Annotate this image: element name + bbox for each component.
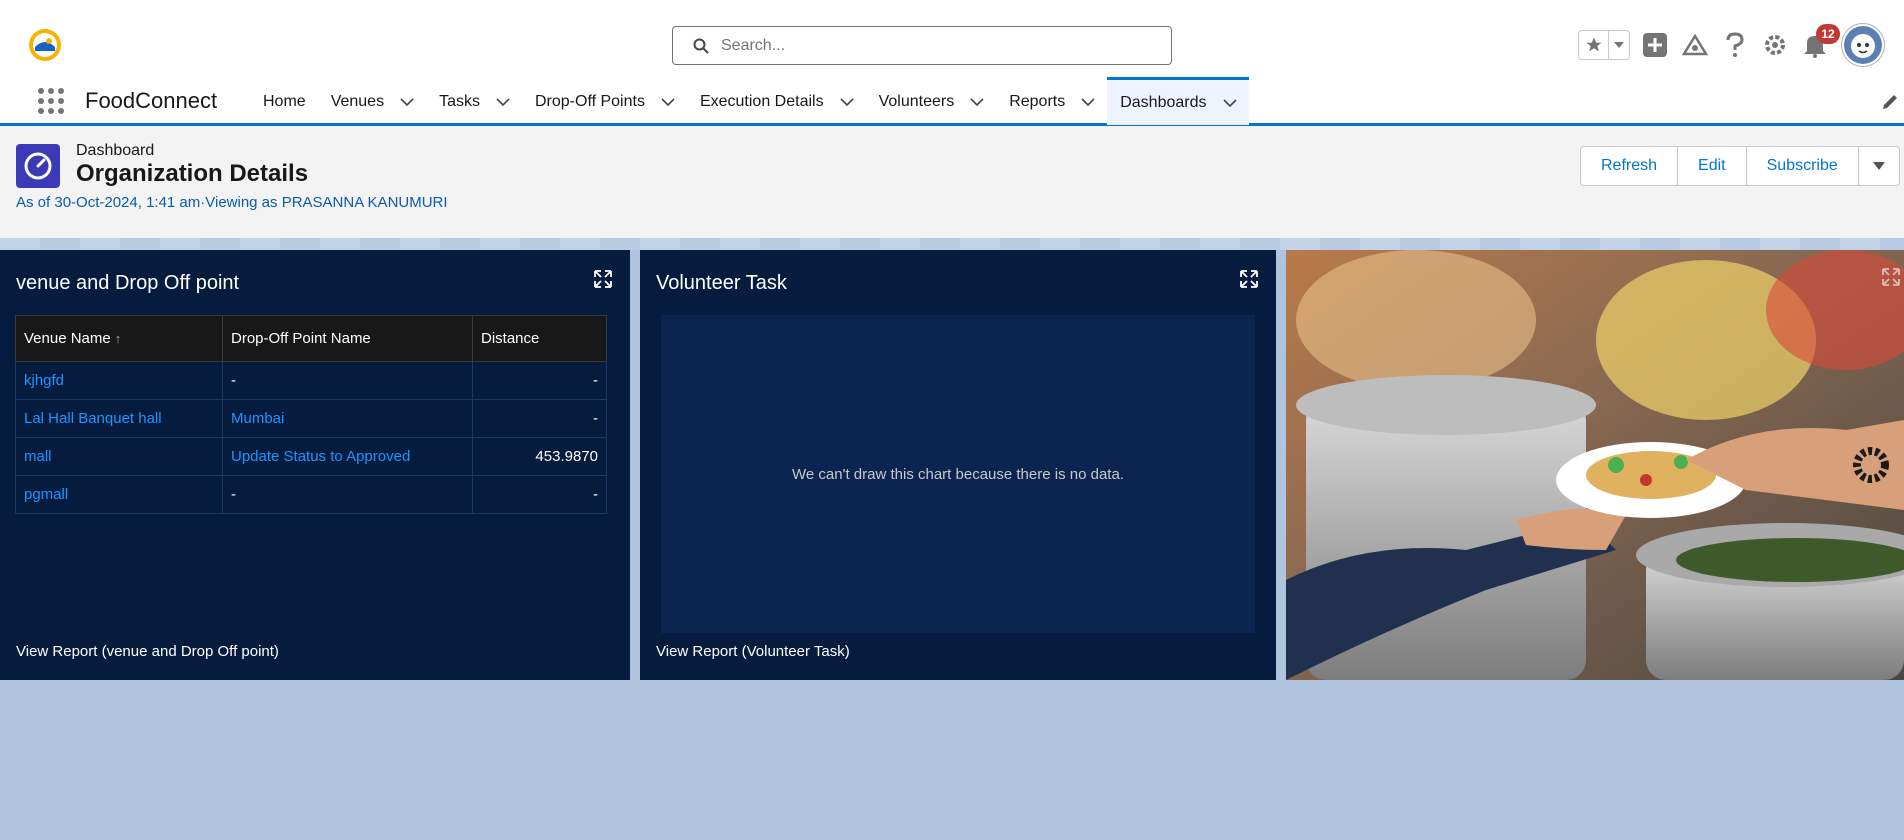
org-logo[interactable]: [26, 26, 64, 64]
chevron-down-icon[interactable]: [400, 95, 414, 109]
venue-name-link[interactable]: mall: [15, 437, 223, 476]
nav-tabs: Home Venues Tasks Drop-Off Points Execut…: [250, 77, 1249, 126]
nav-tab-label: Execution Details: [699, 93, 824, 110]
dashboard-object-icon: [16, 144, 60, 188]
notifications-bell-icon[interactable]: 12: [1800, 24, 1840, 60]
no-data-message: We can't draw this chart because there i…: [792, 465, 1124, 483]
table-header-row: Venue Name ↑ Drop-Off Point Name Distance: [15, 315, 607, 362]
nav-tab-drop-off-points[interactable]: Drop-Off Points: [522, 78, 687, 126]
app-navigation-bar: FoodConnect Home Venues Tasks Drop-Off P…: [0, 77, 1904, 126]
nav-tab-home[interactable]: Home: [250, 78, 318, 126]
nav-tab-label: Home: [263, 93, 306, 110]
nav-tab-reports[interactable]: Reports: [996, 78, 1107, 126]
widget-venue-dropoff: venue and Drop Off point Venue Name ↑ Dro…: [0, 250, 630, 680]
refresh-button[interactable]: Refresh: [1580, 146, 1679, 186]
column-header-venue-name[interactable]: Venue Name ↑: [15, 315, 223, 362]
chevron-down-icon[interactable]: [840, 95, 854, 109]
chevron-down-icon[interactable]: [661, 95, 675, 109]
help-icon[interactable]: [1720, 30, 1750, 60]
nav-tab-dashboards[interactable]: Dashboards: [1107, 77, 1249, 125]
nav-tab-label: Drop-Off Points: [534, 93, 645, 110]
user-avatar[interactable]: [1842, 24, 1884, 66]
astro-avatar-icon: [1844, 26, 1882, 64]
object-type-label: Dashboard: [76, 142, 155, 159]
view-report-link[interactable]: View Report (venue and Drop Off point): [16, 643, 279, 660]
distance-cell: -: [472, 475, 607, 514]
app-name: FoodConnect: [85, 88, 218, 113]
global-header: 12: [0, 0, 1904, 78]
nav-tab-venues[interactable]: Venues: [318, 78, 426, 126]
notification-count-badge: 12: [1816, 24, 1840, 44]
nav-tab-volunteers[interactable]: Volunteers: [866, 78, 997, 126]
dropoff-name-cell: -: [222, 475, 473, 514]
venue-name-link[interactable]: kjhgfd: [15, 361, 223, 400]
canvas-banner: [0, 238, 1904, 250]
favorites-menu-icon[interactable]: [1609, 31, 1629, 59]
nav-tab-label: Reports: [1009, 93, 1066, 110]
dropoff-name-link[interactable]: Update Status to Approved: [222, 437, 473, 476]
expand-icon[interactable]: [1240, 270, 1258, 288]
dropoff-name-link[interactable]: Mumbai: [222, 399, 473, 438]
edit-button[interactable]: Edit: [1677, 146, 1747, 186]
search-icon: [693, 38, 709, 54]
search-input[interactable]: [721, 36, 1141, 55]
chevron-down-icon[interactable]: [496, 95, 510, 109]
nav-tab-execution-details[interactable]: Execution Details: [687, 78, 866, 126]
nav-tab-label: Dashboards: [1120, 93, 1207, 111]
widget-title: Volunteer Task: [656, 272, 787, 294]
subscribe-button[interactable]: Subscribe: [1745, 146, 1859, 186]
app-launcher-icon[interactable]: [36, 86, 64, 114]
expand-icon[interactable]: [594, 270, 612, 288]
column-header-dropoff-name[interactable]: Drop-Off Point Name: [222, 315, 473, 362]
distance-cell: -: [472, 361, 607, 400]
dashboard-page-header: Dashboard Organization Details As of 30-…: [0, 126, 1904, 238]
nav-tab-label: Volunteers: [878, 93, 955, 110]
favorites-group: [1578, 30, 1630, 60]
dashboard-meta-info: As of 30-Oct-2024, 1:41 am·Viewing as PR…: [16, 194, 448, 211]
table-row: kjhgfd - -: [15, 361, 607, 400]
widget-volunteer-task: Volunteer Task We can't draw this chart …: [640, 250, 1276, 680]
chevron-down-icon[interactable]: [1081, 95, 1095, 109]
venue-name-link[interactable]: pgmall: [15, 475, 223, 514]
chevron-down-icon: [1872, 162, 1885, 170]
more-actions-button[interactable]: [1857, 146, 1900, 186]
view-report-link[interactable]: View Report (Volunteer Task): [656, 643, 850, 660]
chevron-down-icon[interactable]: [970, 95, 984, 109]
widget-title: venue and Drop Off point: [16, 272, 240, 294]
chevron-down-icon[interactable]: [1222, 96, 1237, 110]
favorites-star-icon[interactable]: [1579, 31, 1609, 59]
table-row: Lal Hall Banquet hall Mumbai -: [15, 399, 607, 438]
global-actions-icon[interactable]: [1640, 30, 1670, 60]
food-serving-photo: [1286, 250, 1904, 680]
nav-tab-label: Venues: [330, 93, 385, 110]
table-row: mall Update Status to Approved 453.9870: [15, 437, 607, 476]
page-title: Organization Details: [76, 160, 309, 187]
venue-name-link[interactable]: Lal Hall Banquet hall: [15, 399, 223, 438]
edit-nav-pencil-icon[interactable]: [1880, 92, 1900, 112]
distance-cell: -: [472, 399, 607, 438]
widget-image-food-serving: [1286, 250, 1904, 680]
column-header-distance[interactable]: Distance: [472, 315, 607, 362]
sort-ascending-icon: ↑: [114, 331, 122, 346]
dropoff-name-cell: -: [222, 361, 473, 400]
dashboard-actions: Refresh Edit Subscribe: [1580, 146, 1900, 186]
column-header-label: Venue Name: [24, 330, 111, 347]
trailhead-icon[interactable]: [1680, 30, 1710, 60]
org-logo-icon: [29, 29, 61, 61]
nav-tab-label: Tasks: [439, 93, 480, 110]
empty-chart-area: We can't draw this chart because there i…: [661, 315, 1255, 633]
report-table: Venue Name ↑ Drop-Off Point Name Distance…: [15, 315, 607, 514]
expand-icon[interactable]: [1882, 268, 1900, 286]
table-row: pgmall - -: [15, 475, 607, 514]
distance-cell: 453.9870: [472, 437, 607, 476]
settings-gear-icon[interactable]: [1760, 30, 1790, 60]
header-utility-icons: 12: [1578, 24, 1884, 66]
global-search[interactable]: [672, 26, 1172, 65]
nav-tab-tasks[interactable]: Tasks: [426, 78, 522, 126]
